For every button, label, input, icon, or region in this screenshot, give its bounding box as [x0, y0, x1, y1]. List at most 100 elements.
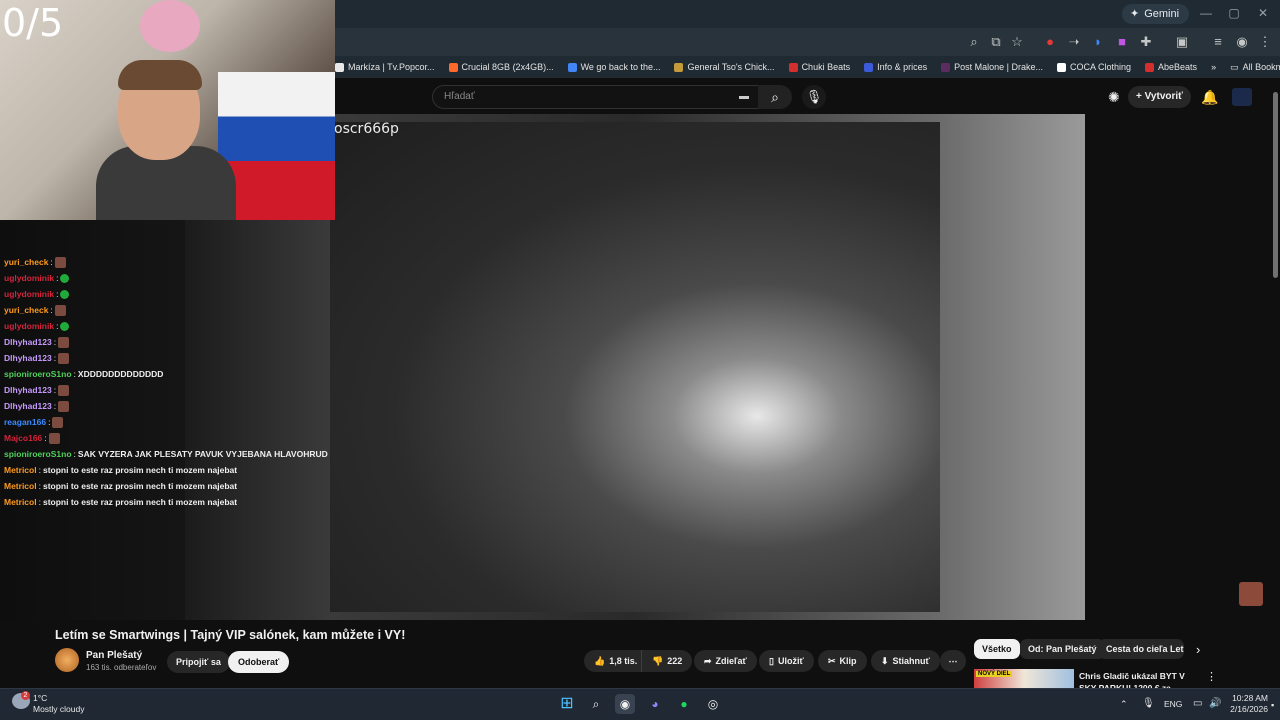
subscribe-button[interactable]: Odoberať: [228, 651, 290, 673]
chat-separator: :: [73, 449, 76, 459]
recommended-thumbnail[interactable]: NOVÝ DIEL: [974, 669, 1074, 688]
chip-from-channel[interactable]: Od: Pan Plešatý: [1020, 639, 1105, 659]
network-icon[interactable]: ▭: [1193, 698, 1202, 709]
create-button[interactable]: + Vytvoriť: [1128, 86, 1191, 108]
video-frame[interactable]: [330, 122, 940, 612]
discord-icon[interactable]: ◕: [645, 694, 665, 714]
more-horizontal-icon: ⋯: [948, 656, 958, 666]
chip-all[interactable]: Všetko: [974, 639, 1020, 659]
language-indicator[interactable]: ENG: [1164, 699, 1182, 709]
chip-related[interactable]: Cesta do cieľa Letisk: [1098, 639, 1184, 659]
spotify-icon[interactable]: ●: [674, 694, 694, 714]
folder-icon: ▭: [1230, 61, 1239, 72]
thumbs-down-icon: 👎: [652, 656, 664, 666]
chat-message: uglydominik :: [4, 318, 334, 334]
gemini-button[interactable]: ✦ Gemini: [1122, 4, 1190, 24]
chat-separator: :: [53, 353, 57, 363]
cast-icon[interactable]: ⧉: [988, 34, 1004, 50]
chrome-icon[interactable]: ◉: [615, 694, 635, 714]
bookmark-item[interactable]: General Tso's Chick...: [674, 62, 775, 72]
chat-username: uglydominik: [4, 289, 55, 299]
chat-username: Metricol: [4, 465, 37, 475]
subscriber-count: 163 tis. odberateľov: [86, 663, 157, 672]
recommended-menu-icon[interactable]: ⋮: [1206, 670, 1217, 683]
share-button[interactable]: ➦ Zdieľať: [694, 650, 757, 672]
chat-message: uglydominik :: [4, 270, 334, 286]
close-icon[interactable]: ✕: [1256, 6, 1270, 20]
taskbar-search-icon[interactable]: ⌕: [586, 694, 606, 714]
minimize-icon[interactable]: —: [1199, 6, 1213, 20]
sidepanel-icon[interactable]: ▣: [1174, 34, 1190, 50]
chat-separator: :: [44, 433, 47, 443]
reading-list-icon[interactable]: ≡: [1210, 34, 1226, 50]
join-button[interactable]: Pripojiť sa: [167, 651, 230, 673]
extension-red-icon[interactable]: ●: [1042, 34, 1058, 50]
chat-username: Dlhyhad123: [4, 401, 52, 411]
scrollbar-thumb[interactable]: [1273, 92, 1278, 278]
all-bookmarks-button[interactable]: ▭All Bookmarks: [1230, 62, 1280, 73]
chat-text: SAK VYZERA JAK PLESATY PAVUK VYJEBANA HL…: [77, 449, 328, 459]
extension-blue-icon[interactable]: ◗: [1090, 34, 1106, 50]
like-count: 1,8 tis.: [609, 656, 638, 666]
tray-chevron-icon[interactable]: ⌃: [1120, 699, 1128, 710]
bookmark-item[interactable]: Markíza | Tv.Popcor...: [335, 62, 435, 72]
voice-search-button[interactable]: 🎙: [802, 85, 826, 109]
bookmark-label: Post Malone | Drake...: [954, 62, 1043, 72]
maximize-icon[interactable]: ▢: [1227, 6, 1241, 20]
chevron-right-icon[interactable]: ›: [1196, 642, 1200, 657]
save-button[interactable]: ▯ Uložiť: [759, 650, 814, 672]
weather-widget[interactable]: 1°C Mostly cloudy: [33, 693, 85, 715]
obs-icon[interactable]: ◎: [703, 694, 723, 714]
channel-avatar[interactable]: [55, 648, 79, 672]
bookmark-favicon-icon: [941, 62, 951, 72]
chat-username: spioniroeroS1no: [4, 369, 72, 379]
bookmark-item[interactable]: COCA Clothing: [1057, 62, 1131, 72]
profile-avatar-icon[interactable]: ◉: [1234, 34, 1250, 50]
recommended-title[interactable]: Chris Gladič ukázal BYT V SKY PARKU! 120…: [1079, 670, 1204, 688]
bookmarks-overflow-icon[interactable]: »: [1211, 62, 1216, 72]
chat-message: spioniroeroS1no : XDDDDDDDDDDDDD: [4, 366, 334, 382]
notification-center-icon[interactable]: ▪: [1271, 700, 1274, 710]
more-actions-button[interactable]: ⋯: [940, 650, 966, 672]
bookmark-favicon-icon: [674, 62, 684, 72]
windows-start-icon[interactable]: ⊞: [557, 694, 577, 714]
streamer-mini-avatar: [1239, 582, 1263, 606]
bookmark-label: Crucial 8GB (2x4GB)...: [461, 62, 554, 72]
notifications-bell-icon[interactable]: 🔔: [1201, 89, 1218, 106]
score-counter: 0/5: [2, 1, 64, 45]
chat-face-emote-icon: [54, 304, 66, 316]
chat-face-emote-icon: [52, 416, 64, 428]
tray-mic-icon[interactable]: 🎙: [1142, 698, 1155, 709]
bookmark-item[interactable]: AbeBeats: [1145, 62, 1197, 72]
chat-separator: :: [56, 289, 59, 299]
menu-kebab-icon[interactable]: ⋮: [1257, 34, 1273, 50]
extension-arrow-icon[interactable]: ➝: [1066, 34, 1082, 50]
bookmark-label: Info & prices: [877, 62, 928, 72]
download-icon: ⬇: [881, 656, 889, 666]
dislike-button[interactable]: 👎 222: [641, 650, 693, 672]
like-button[interactable]: 👍 1,8 tis.: [584, 650, 648, 672]
chat-text: stopni to este raz prosim nech ti mozem …: [42, 497, 238, 507]
star-icon[interactable]: ☆: [1009, 34, 1025, 50]
bookmark-item[interactable]: Info & prices: [864, 62, 927, 72]
bookmark-item[interactable]: Chuki Beats: [788, 62, 850, 72]
extension-purple-icon[interactable]: ■: [1114, 34, 1130, 50]
chat-username: yuri_check: [4, 257, 49, 267]
volume-icon[interactable]: 🔊: [1209, 698, 1221, 709]
bookmark-item[interactable]: Crucial 8GB (2x4GB)...: [448, 62, 554, 72]
system-clock[interactable]: 10:28 AM 2/16/2026: [1228, 693, 1268, 715]
channel-name[interactable]: Pan Plešatý: [86, 650, 142, 661]
chat-separator: :: [38, 465, 41, 475]
bookmark-item[interactable]: We go back to the...: [567, 62, 660, 72]
gemini-sparkle-icon[interactable]: ✺: [1108, 89, 1120, 106]
keyboard-icon[interactable]: ▬: [739, 86, 749, 108]
bookmark-item[interactable]: Post Malone | Drake...: [941, 62, 1043, 72]
search-input[interactable]: Hľadať ▬: [432, 85, 760, 109]
download-button[interactable]: ⬇ Stiahnuť: [871, 650, 940, 672]
clip-button[interactable]: ✂ Klip: [818, 650, 867, 672]
search-button[interactable]: ⌕: [758, 85, 792, 109]
extensions-puzzle-icon[interactable]: ✚: [1138, 34, 1154, 50]
chat-message: Dlhyhad123 :: [4, 334, 334, 350]
zoom-icon[interactable]: ⌕: [966, 34, 982, 50]
channel-avatar[interactable]: [1232, 88, 1252, 106]
